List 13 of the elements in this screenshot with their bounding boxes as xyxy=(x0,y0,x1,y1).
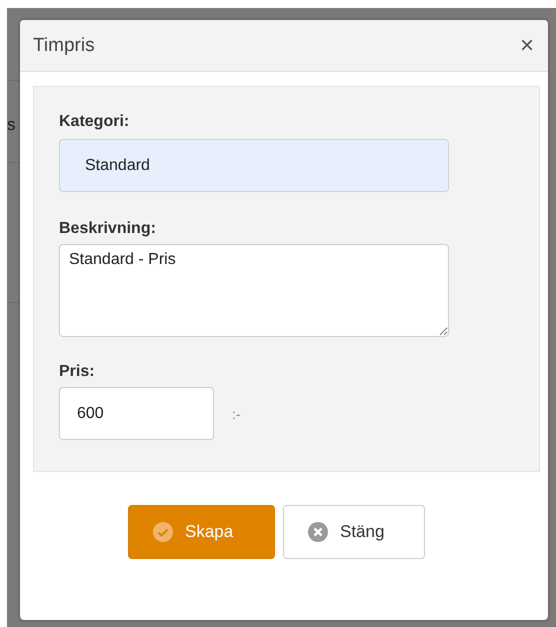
field-label: Beskrivning: xyxy=(59,220,156,238)
field-label: Kategori: xyxy=(59,113,130,131)
close-button[interactable]: × xyxy=(516,34,538,58)
close-dialog-button[interactable]: Stäng xyxy=(283,505,425,559)
currency-suffix: :- xyxy=(232,406,241,422)
field-label: Pris: xyxy=(59,363,95,381)
check-icon xyxy=(153,522,173,542)
page-text: s xyxy=(7,115,16,135)
price-field[interactable]: 600 xyxy=(59,387,214,440)
description-field[interactable]: Standard - Pris xyxy=(59,244,449,337)
close-icon xyxy=(308,522,328,542)
category-field[interactable]: Standard xyxy=(59,139,449,192)
dialog-title: Timpris xyxy=(33,34,95,56)
